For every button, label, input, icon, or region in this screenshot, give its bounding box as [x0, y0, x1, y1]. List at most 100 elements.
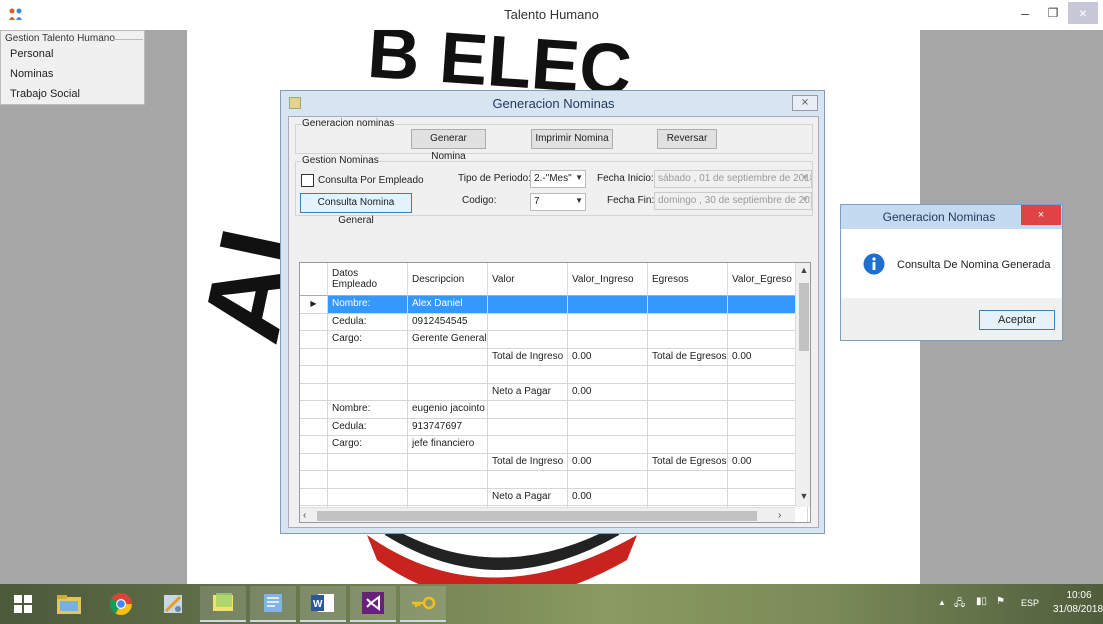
tray-show-hidden-icon[interactable]: ▲ — [938, 598, 946, 607]
table-cell[interactable] — [488, 418, 568, 436]
taskbar-visual-studio[interactable] — [350, 586, 396, 622]
taskbar-paint-app[interactable] — [250, 586, 296, 622]
table-row[interactable]: Nombre: eugenio jacointo — [300, 401, 808, 419]
table-cell[interactable] — [488, 471, 568, 489]
table-row[interactable] — [300, 471, 808, 489]
scroll-left-icon[interactable]: ‹ — [303, 510, 306, 521]
row-header[interactable] — [300, 383, 328, 401]
table-cell[interactable] — [408, 488, 488, 506]
table-cell[interactable] — [568, 331, 648, 349]
table-cell[interactable] — [488, 313, 568, 331]
table-cell[interactable] — [328, 488, 408, 506]
table-cell[interactable]: 0.00 — [568, 348, 648, 366]
network-icon[interactable]: 🖧 — [954, 596, 965, 613]
table-cell[interactable] — [568, 471, 648, 489]
table-cell[interactable] — [648, 401, 728, 419]
taskbar-chrome[interactable] — [98, 586, 144, 622]
generar-nomina-button[interactable]: Generar Nomina — [411, 129, 486, 162]
table-cell[interactable] — [648, 313, 728, 331]
table-cell[interactable] — [328, 471, 408, 489]
table-cell[interactable]: 913747697 — [408, 418, 488, 436]
maximize-button[interactable]: ❐ — [1038, 2, 1068, 24]
horizontal-scrollbar[interactable]: ‹ › — [300, 507, 795, 522]
row-header[interactable] — [300, 331, 328, 349]
minimize-button[interactable]: – — [1010, 2, 1040, 24]
table-cell[interactable] — [568, 366, 648, 384]
table-cell[interactable] — [648, 383, 728, 401]
grid-column-header[interactable]: Egresos — [648, 263, 728, 296]
table-cell[interactable] — [488, 436, 568, 454]
table-cell[interactable] — [568, 436, 648, 454]
vertical-scrollbar[interactable]: ▲ ▼ — [795, 263, 810, 507]
table-cell[interactable]: 0.00 — [568, 383, 648, 401]
table-cell[interactable]: Neto a Pagar — [488, 488, 568, 506]
table-cell[interactable]: Total de Egresos — [648, 348, 728, 366]
table-cell[interactable]: Nombre: — [328, 296, 408, 314]
table-cell[interactable] — [408, 366, 488, 384]
row-header[interactable] — [300, 348, 328, 366]
tipo-periodo-select[interactable]: 2.-"Mes" ▼ — [530, 170, 586, 188]
consulta-empleado-checkbox[interactable] — [301, 174, 314, 187]
table-cell[interactable] — [648, 366, 728, 384]
row-header[interactable] — [300, 471, 328, 489]
table-cell[interactable] — [648, 331, 728, 349]
close-button[interactable]: × — [1068, 2, 1098, 24]
table-cell[interactable]: Neto a Pagar — [488, 383, 568, 401]
vertical-scroll-thumb[interactable] — [799, 283, 809, 351]
aceptar-button[interactable]: Aceptar — [979, 310, 1055, 330]
table-cell[interactable] — [408, 383, 488, 401]
table-cell[interactable]: Cedula: — [328, 418, 408, 436]
menu-header[interactable]: Gestion Talento Humano — [5, 33, 115, 44]
row-header[interactable] — [300, 418, 328, 436]
table-row[interactable]: Total de Ingreso 0.00 Total de Egresos 0.00 — [300, 453, 808, 471]
table-cell[interactable]: 0.00 — [568, 488, 648, 506]
fecha-inicio-picker[interactable]: sábado , 01 de septiembre de 2018 ▼ — [654, 170, 812, 188]
clock-time[interactable]: 10:06 — [1060, 590, 1098, 601]
taskbar-tool-app[interactable] — [150, 586, 196, 622]
table-cell[interactable] — [488, 331, 568, 349]
table-cell[interactable]: Total de Ingreso — [488, 348, 568, 366]
table-cell[interactable] — [648, 296, 728, 314]
table-cell[interactable] — [328, 383, 408, 401]
fecha-fin-picker[interactable]: domingo , 30 de septiembre de 2018 ▼ — [654, 192, 812, 210]
table-cell[interactable]: 0.00 — [568, 453, 648, 471]
message-box-close-button[interactable]: × — [1021, 205, 1061, 225]
table-cell[interactable]: jefe financiero — [408, 436, 488, 454]
taskbar-key-app[interactable] — [400, 586, 446, 622]
table-row[interactable]: Neto a Pagar 0.00 — [300, 488, 808, 506]
table-cell[interactable] — [328, 453, 408, 471]
row-header[interactable] — [300, 436, 328, 454]
table-cell[interactable]: Total de Egresos — [648, 453, 728, 471]
row-header[interactable]: ▶ — [300, 296, 328, 314]
table-cell[interactable] — [568, 296, 648, 314]
grid-column-header[interactable]: Valor_Ingreso — [568, 263, 648, 296]
reversar-button[interactable]: Reversar — [657, 129, 717, 149]
table-cell[interactable]: Alex Daniel — [408, 296, 488, 314]
table-cell[interactable]: Total de Ingreso — [488, 453, 568, 471]
grid-column-header[interactable]: Descripcion — [408, 263, 488, 296]
table-row[interactable] — [300, 366, 808, 384]
table-cell[interactable]: Cargo: — [328, 331, 408, 349]
table-cell[interactable] — [328, 348, 408, 366]
table-cell[interactable] — [408, 453, 488, 471]
signal-icon[interactable]: ▮▯ — [976, 596, 987, 607]
table-row[interactable]: ▶ Nombre: Alex Daniel — [300, 296, 808, 314]
table-cell[interactable]: Gerente General — [408, 331, 488, 349]
menu-item-personal[interactable]: Personal — [7, 46, 56, 62]
table-cell[interactable] — [408, 348, 488, 366]
row-header[interactable] — [300, 453, 328, 471]
table-row[interactable]: Total de Ingreso 0.00 Total de Egresos 0.00 — [300, 348, 808, 366]
table-cell[interactable] — [568, 401, 648, 419]
table-row[interactable]: Cargo: Gerente General — [300, 331, 808, 349]
table-cell[interactable] — [408, 471, 488, 489]
table-row[interactable]: Cedula: 0912454545 — [300, 313, 808, 331]
grid-column-header[interactable]: Valor — [488, 263, 568, 296]
scroll-down-icon[interactable]: ▼ — [796, 491, 810, 501]
table-cell[interactable] — [648, 471, 728, 489]
language-indicator[interactable]: ESP — [1021, 598, 1039, 608]
row-header[interactable] — [300, 366, 328, 384]
table-cell[interactable]: Nombre: — [328, 401, 408, 419]
menu-item-nominas[interactable]: Nominas — [7, 66, 56, 82]
table-cell[interactable]: Cedula: — [328, 313, 408, 331]
table-cell[interactable] — [648, 488, 728, 506]
